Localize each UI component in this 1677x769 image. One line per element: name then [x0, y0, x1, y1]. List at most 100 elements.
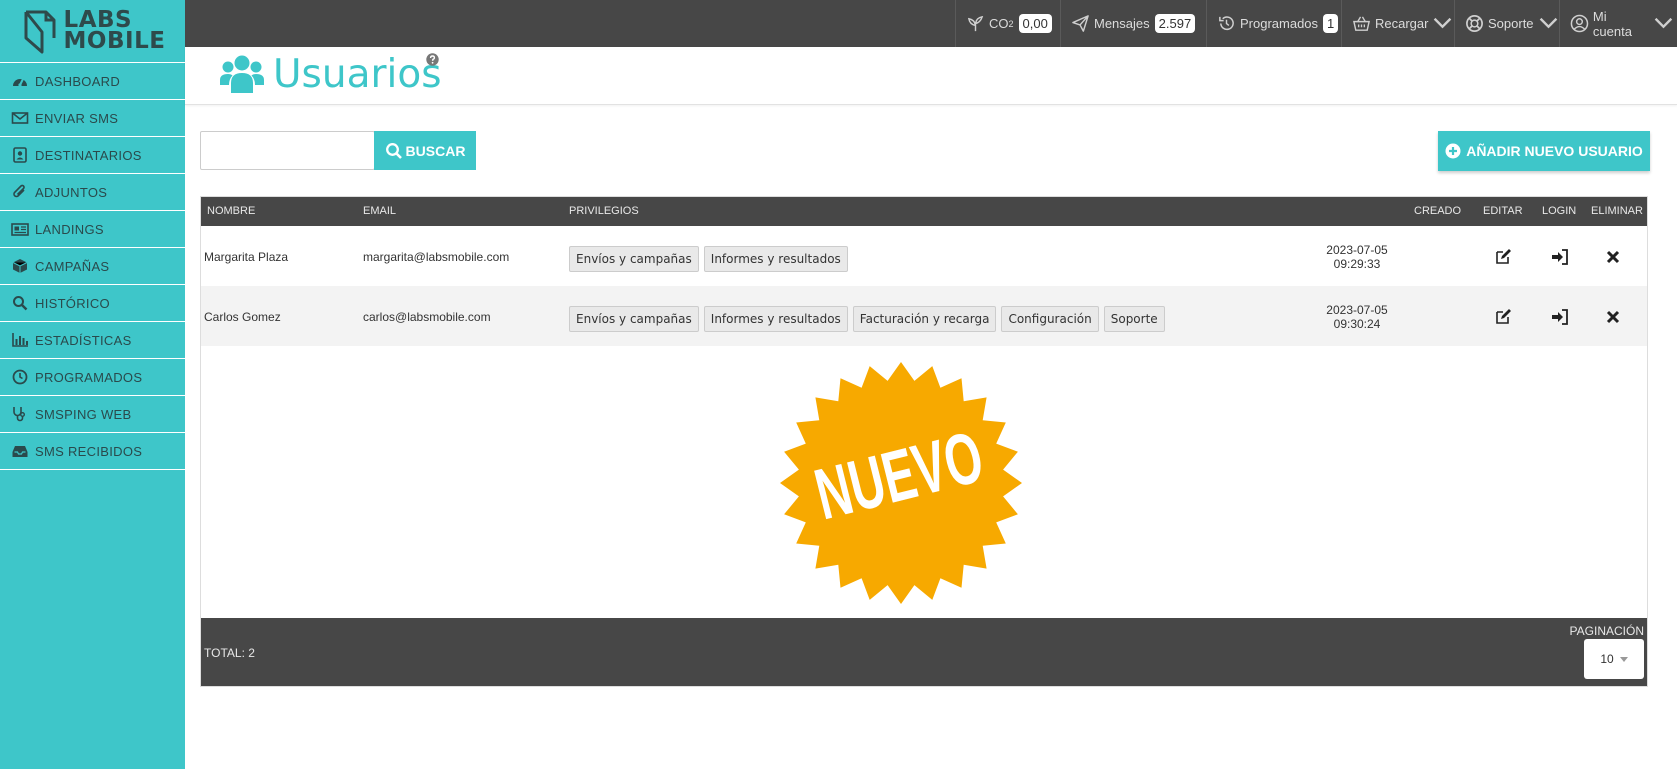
privileges-list: Envíos y campañas Informes y resultados …	[569, 306, 1165, 332]
delete-icon[interactable]	[1604, 308, 1622, 326]
search-button-label: BUSCAR	[405, 142, 466, 159]
table-row: Margarita Plaza margarita@labsmobile.com…	[201, 226, 1647, 286]
table-footer: TOTAL: 2 PAGINACIÓN 10	[201, 618, 1647, 686]
add-new-user-label: AÑADIR NUEVO USUARIO	[1466, 143, 1643, 159]
nuevo-starburst-badge: NUEVO	[780, 362, 1022, 604]
co2-subscript: 2	[1008, 18, 1014, 29]
col-header-email[interactable]: EMAIL	[363, 197, 396, 226]
pagination-value: 10	[1600, 652, 1614, 666]
search-input[interactable]	[200, 131, 375, 170]
mensajes-count-badge: 2.597	[1154, 14, 1196, 33]
sidebar-item-label: DESTINATARIOS	[35, 147, 142, 163]
user-email: margarita@labsmobile.com	[363, 250, 510, 264]
chevron-down-icon	[1654, 17, 1673, 29]
paperclip-icon	[9, 184, 31, 200]
created-time: 09:30:24	[1333, 317, 1381, 331]
login-icon[interactable]	[1551, 248, 1569, 266]
recargar-menu[interactable]: Recargar	[1341, 0, 1456, 47]
edit-icon[interactable]	[1494, 248, 1512, 266]
sidebar-item-label: LANDINGS	[35, 221, 104, 237]
mi-cuenta-menu[interactable]: Mi cuenta	[1559, 0, 1677, 47]
add-new-user-button[interactable]: AÑADIR NUEVO USUARIO	[1438, 131, 1650, 171]
envelope-icon	[9, 110, 31, 126]
login-icon[interactable]	[1551, 308, 1569, 326]
co2-label: CO	[989, 16, 1009, 31]
bar-chart-icon	[9, 332, 31, 348]
privilege-tag: Informes y resultados	[703, 246, 848, 272]
sidebar-item-landings[interactable]: LANDINGS	[0, 211, 185, 248]
user-circle-icon	[1570, 14, 1589, 33]
sidebar-item-adjuntos[interactable]: ADJUNTOS	[0, 174, 185, 211]
sidebar-item-label: HISTÓRICO	[35, 295, 110, 311]
caret-down-icon	[1619, 656, 1628, 662]
programados-count-badge: 1	[1323, 14, 1339, 33]
chevron-down-icon	[1539, 17, 1557, 29]
programados-indicator[interactable]: Programados 1	[1206, 0, 1339, 47]
sidebar-item-dashboard[interactable]: DASHBOARD	[0, 63, 185, 100]
sidebar-item-estadisticas[interactable]: ESTADÍSTICAS	[0, 322, 185, 359]
user-name: Carlos Gomez	[204, 310, 281, 324]
page-header: Usuarios	[185, 47, 1677, 105]
col-header-edit: EDITAR	[1483, 205, 1523, 217]
search-icon	[385, 142, 402, 159]
delete-icon[interactable]	[1604, 248, 1622, 266]
pagination-select[interactable]: 10	[1584, 639, 1644, 679]
plus-circle-icon	[1445, 143, 1461, 159]
contact-book-icon	[9, 147, 31, 163]
logo-mark-icon	[24, 10, 56, 54]
mi-cuenta-label: Mi cuenta	[1592, 8, 1632, 39]
sidebar-item-enviar-sms[interactable]: ENVIAR SMS	[0, 100, 185, 137]
cube-icon	[9, 258, 31, 274]
created-datetime: 2023-07-05 09:29:33	[1323, 243, 1391, 271]
created-date: 2023-07-05	[1326, 243, 1388, 257]
created-time: 09:29:33	[1333, 257, 1381, 271]
col-header-privileges: PRIVILEGIOS	[569, 205, 639, 217]
sidebar-item-label: ESTADÍSTICAS	[35, 332, 132, 348]
search-button[interactable]: BUSCAR	[374, 131, 476, 170]
sidebar-item-destinatarios[interactable]: DESTINATARIOS	[0, 137, 185, 174]
soporte-label: Soporte	[1488, 16, 1534, 31]
edit-icon[interactable]	[1494, 308, 1512, 326]
sidebar-item-smsping-web[interactable]: SMSPING WEB	[0, 396, 185, 433]
col-header-name[interactable]: NOMBRE	[207, 197, 255, 226]
help-question-icon[interactable]	[426, 53, 439, 66]
privilege-tag: Informes y resultados	[703, 306, 848, 332]
shopping-basket-icon	[1353, 16, 1370, 31]
mensajes-indicator[interactable]: Mensajes 2.597	[1060, 0, 1196, 47]
logo-text: LABS MOBILE	[64, 9, 166, 53]
sidebar-item-label: SMSPING WEB	[35, 406, 132, 422]
sidebar-item-label: SMS RECIBIDOS	[35, 443, 143, 459]
co2-indicator[interactable]: CO 2 0,00	[955, 0, 1052, 47]
lifebuoy-icon	[1466, 15, 1483, 32]
sidebar-nav: DASHBOARD ENVIAR SMS DESTINATARIOS ADJUN…	[0, 62, 185, 470]
sidebar-item-programados[interactable]: PROGRAMADOS	[0, 359, 185, 396]
clock-icon	[9, 369, 31, 385]
co2-value-badge: 0,00	[1018, 14, 1052, 33]
newspaper-icon	[9, 221, 31, 237]
dashboard-gauge-icon	[9, 73, 31, 89]
table-row: Carlos Gomez carlos@labsmobile.com Envío…	[201, 286, 1647, 346]
sidebar-item-historico[interactable]: HISTÓRICO	[0, 285, 185, 322]
history-clock-icon	[1219, 16, 1234, 31]
privilege-tag: Facturación y recarga	[852, 306, 997, 332]
table-header: NOMBRE EMAIL PRIVILEGIOS CREADO EDITAR L…	[201, 197, 1647, 226]
privilege-tag: Envíos y campañas	[569, 246, 699, 272]
search-icon	[9, 295, 31, 311]
stethoscope-icon	[9, 406, 31, 422]
sidebar-item-label: CAMPAÑAS	[35, 258, 110, 274]
top-bar: CO 2 0,00 Mensajes 2.597 Programados 1 Re…	[185, 0, 1677, 47]
users-table: NOMBRE EMAIL PRIVILEGIOS CREADO EDITAR L…	[200, 196, 1648, 687]
sidebar-item-sms-recibidos[interactable]: SMS RECIBIDOS	[0, 433, 185, 470]
labsmobile-logo[interactable]: LABS MOBILE	[0, 0, 185, 62]
page-title: Usuarios	[273, 52, 442, 97]
privilege-tag: Soporte	[1103, 306, 1165, 332]
sidebar-item-campanas[interactable]: CAMPAÑAS	[0, 248, 185, 285]
user-name: Margarita Plaza	[204, 250, 289, 264]
soporte-menu[interactable]: Soporte	[1454, 0, 1562, 47]
col-header-created[interactable]: CREADO	[1414, 197, 1461, 226]
leaf-plant-icon	[967, 15, 984, 32]
col-header-login: LOGIN	[1542, 205, 1577, 217]
created-datetime: 2023-07-05 09:30:24	[1323, 303, 1391, 331]
chevron-down-icon	[1434, 17, 1452, 29]
total-count: TOTAL: 2	[204, 646, 255, 660]
